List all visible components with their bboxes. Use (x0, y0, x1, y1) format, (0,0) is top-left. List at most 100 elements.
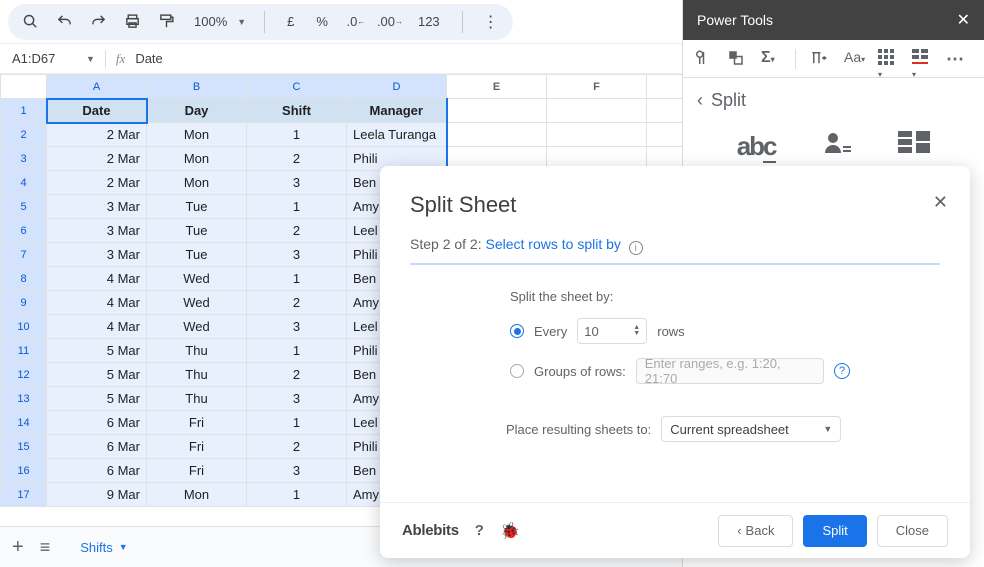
every-n-input[interactable]: 10 ▲▼ (577, 318, 647, 344)
paint-format-icon[interactable] (156, 12, 176, 32)
formula-input[interactable]: Date (135, 51, 162, 66)
cell[interactable]: Mon (147, 483, 247, 507)
cell[interactable]: 3 Mar (47, 219, 147, 243)
cell[interactable]: 3 (247, 315, 347, 339)
option-every-row[interactable]: Every 10 ▲▼ rows (510, 318, 850, 344)
cell[interactable]: Thu (147, 339, 247, 363)
add-sheet-icon[interactable]: + (12, 536, 24, 559)
cell[interactable]: 2 Mar (47, 123, 147, 147)
back-button[interactable]: ‹Back (718, 515, 793, 547)
cell[interactable]: 1 (247, 267, 347, 291)
chevron-down-icon[interactable]: ▼ (86, 54, 95, 64)
help-icon[interactable]: ? (475, 522, 484, 539)
cell[interactable]: Fri (147, 459, 247, 483)
cell[interactable]: Shift (247, 99, 347, 123)
row-header[interactable]: 2 (1, 123, 47, 147)
spinner-icon[interactable]: ▲▼ (633, 325, 640, 337)
cell[interactable]: Leela Turanga (347, 123, 447, 147)
row-header[interactable]: 15 (1, 435, 47, 459)
row-header[interactable]: 17 (1, 483, 47, 507)
cell[interactable]: 6 Mar (47, 411, 147, 435)
cell[interactable]: 4 Mar (47, 291, 147, 315)
cell[interactable]: Mon (147, 147, 247, 171)
cell[interactable]: 3 (247, 171, 347, 195)
help-icon[interactable]: ? (834, 363, 850, 379)
cell[interactable]: 6 Mar (47, 459, 147, 483)
dedupe-tool-icon[interactable] (727, 49, 747, 69)
cell[interactable] (547, 99, 647, 123)
number-format-dropdown[interactable]: 123 (414, 14, 444, 29)
cell[interactable]: 5 Mar (47, 339, 147, 363)
cell[interactable] (647, 123, 683, 147)
cell[interactable]: 5 Mar (47, 387, 147, 411)
row-header[interactable]: 3 (1, 147, 47, 171)
cell[interactable]: 1 (247, 123, 347, 147)
undo-icon[interactable] (54, 12, 74, 32)
clear-tool-icon[interactable]: ▾ (912, 49, 932, 69)
option-groups-row[interactable]: Groups of rows: Enter ranges, e.g. 1:20,… (510, 358, 850, 384)
sum-tool-icon[interactable]: Σ▾ (761, 49, 781, 69)
cell[interactable]: 3 Mar (47, 243, 147, 267)
cell[interactable]: Wed (147, 267, 247, 291)
cell[interactable]: 1 (247, 483, 347, 507)
cell[interactable]: Thu (147, 363, 247, 387)
split-text-icon[interactable]: abc (737, 131, 776, 162)
cell[interactable]: 2 (247, 219, 347, 243)
close-button[interactable]: Close (877, 515, 948, 547)
panel-breadcrumb[interactable]: ‹ Split (683, 78, 984, 123)
row-header[interactable]: 5 (1, 195, 47, 219)
step-link[interactable]: Select rows to split by (486, 236, 621, 252)
split-button[interactable]: Split (803, 515, 866, 547)
row-header[interactable]: 13 (1, 387, 47, 411)
place-select[interactable]: Current spreadsheet ▼ (661, 416, 841, 442)
row-header[interactable]: 1 (1, 99, 47, 123)
cell[interactable]: 3 (247, 459, 347, 483)
col-header[interactable]: B (147, 75, 247, 99)
cell[interactable]: Date (47, 99, 147, 123)
cell[interactable]: 4 Mar (47, 267, 147, 291)
row-header[interactable]: 7 (1, 243, 47, 267)
row-header[interactable]: 14 (1, 411, 47, 435)
cell[interactable]: 1 (247, 195, 347, 219)
cell[interactable]: Wed (147, 291, 247, 315)
currency-button[interactable]: £ (283, 14, 298, 29)
cell[interactable]: 6 Mar (47, 435, 147, 459)
info-icon[interactable]: i (629, 241, 643, 255)
cell[interactable]: 1 (247, 411, 347, 435)
cell[interactable]: 3 Mar (47, 195, 147, 219)
split-sheet-icon[interactable] (898, 131, 930, 162)
cell[interactable]: 3 (247, 243, 347, 267)
cell[interactable]: Tue (147, 219, 247, 243)
grid-tool-icon[interactable]: ▾ (878, 49, 898, 69)
cell[interactable]: 5 Mar (47, 363, 147, 387)
cell[interactable]: Mon (147, 171, 247, 195)
row-header[interactable]: 16 (1, 459, 47, 483)
cell[interactable]: 2 (247, 291, 347, 315)
groups-input[interactable]: Enter ranges, e.g. 1:20, 21:70 (636, 358, 824, 384)
cell[interactable]: Mon (147, 123, 247, 147)
cell[interactable] (447, 99, 547, 123)
redo-icon[interactable] (88, 12, 108, 32)
col-header[interactable]: D (347, 75, 447, 99)
col-header[interactable]: E (447, 75, 547, 99)
cell[interactable] (647, 99, 683, 123)
font-tool-icon[interactable]: Aa▾ (844, 49, 864, 69)
more-icon[interactable]: ⋮ (481, 12, 501, 32)
row-header[interactable]: 9 (1, 291, 47, 315)
row-header[interactable]: 12 (1, 363, 47, 387)
col-header[interactable]: A (47, 75, 147, 99)
name-box[interactable]: A1:D67 (8, 49, 80, 68)
cell[interactable]: 2 (247, 147, 347, 171)
print-icon[interactable] (122, 12, 142, 32)
col-header[interactable]: F (547, 75, 647, 99)
cell[interactable]: Tue (147, 243, 247, 267)
cell[interactable]: Fri (147, 435, 247, 459)
search-icon[interactable] (20, 12, 40, 32)
split-names-icon[interactable] (823, 131, 851, 162)
row-header[interactable]: 6 (1, 219, 47, 243)
cell[interactable]: Tue (147, 195, 247, 219)
radio-groups[interactable] (510, 364, 524, 378)
cell[interactable]: 2 Mar (47, 171, 147, 195)
all-sheets-icon[interactable]: ≡ (40, 537, 51, 558)
cell[interactable]: Manager (347, 99, 447, 123)
